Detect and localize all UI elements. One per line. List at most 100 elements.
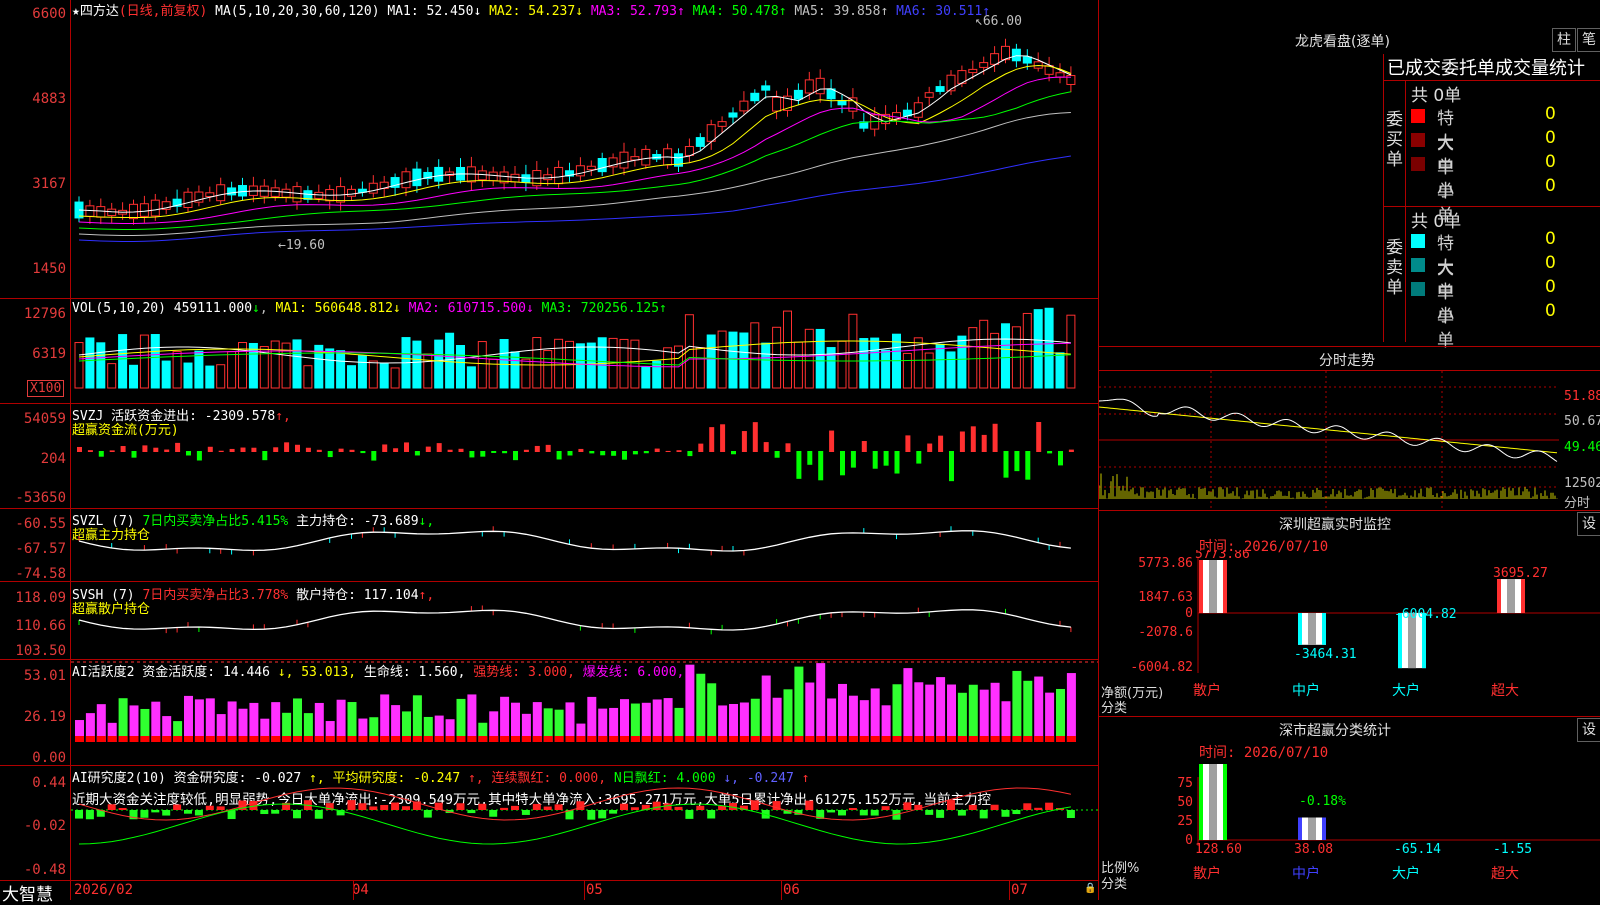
color-swatch [1411, 306, 1425, 320]
settings-button[interactable]: 设 [1577, 718, 1600, 742]
activity-bar [750, 698, 760, 742]
fund-flow-bar [578, 448, 584, 452]
activity-base [184, 736, 193, 742]
candle-body [270, 187, 280, 197]
category-bar-shade [1308, 613, 1316, 645]
sz-class-title: 深市超赢分类统计 [1279, 723, 1391, 739]
fund-flow-bar [741, 431, 747, 452]
volume-bar [706, 334, 716, 389]
research-bar [696, 805, 705, 810]
volume-bar [325, 348, 335, 389]
candle-body [750, 92, 760, 102]
ai-research-tick: -0.48 [23, 862, 66, 878]
vol-tick: 6319 [32, 346, 66, 362]
volume-bar [935, 343, 945, 389]
fund-flow-bar [218, 450, 224, 452]
activity-bar [805, 682, 815, 742]
activity-base [565, 736, 575, 742]
volume-bar [303, 365, 313, 389]
activity-base [925, 736, 935, 742]
activity-base [685, 736, 695, 742]
category-bar-edge [1298, 817, 1302, 840]
color-swatch [1411, 258, 1425, 272]
category-bar-shade [1209, 764, 1217, 840]
research-bar [674, 806, 683, 810]
volume-bar [695, 347, 705, 389]
research-bar [630, 807, 639, 810]
activity-bar [838, 683, 847, 742]
candle-body [183, 191, 193, 209]
volume-chart[interactable] [71, 300, 1098, 403]
activity-base [227, 736, 237, 742]
volume-bar [390, 367, 400, 389]
activity-bar [412, 695, 422, 742]
bar-value-label: -1.55 [1493, 842, 1532, 857]
svzl-chart[interactable] [71, 509, 1098, 581]
axis-tick: -2078.6 [1138, 625, 1193, 640]
sz-class-chart[interactable]: 75 50 25 0128.60 散户 38.08 中户 -65.14 大户 -1.55 超大 -0.… [1099, 756, 1600, 900]
fund-flow-bar [109, 450, 115, 452]
intraday-chart[interactable] [1099, 371, 1559, 509]
category-bar-edge [1497, 579, 1501, 613]
category-label: 中户 [1292, 682, 1320, 699]
activity-base [903, 736, 913, 742]
fund-flow-bar [818, 451, 824, 481]
svzj-chart[interactable] [71, 404, 1098, 508]
research-bar [838, 810, 846, 816]
sz-monitor-cat: 分类 [1101, 701, 1128, 716]
intraday-unit: 分时 [1564, 496, 1591, 511]
activity-bar [652, 699, 662, 742]
tick-mode-button[interactable]: 笔 [1577, 28, 1600, 52]
volume-bar [804, 328, 814, 389]
category-label: 超大 [1491, 683, 1519, 699]
kline-chart-area[interactable]: ★四方达(日线,前复权) MA(5,10,20,30,60,120) MA1: … [0, 0, 1098, 905]
candle-body [96, 206, 106, 218]
ai-research-chart[interactable] [71, 766, 1098, 880]
settings-button[interactable]: 设 [1577, 512, 1600, 536]
fund-flow-bar [98, 451, 104, 457]
activity-base [674, 736, 684, 742]
activity-base [739, 736, 749, 742]
candle-body [968, 68, 978, 74]
volume-bar [107, 363, 117, 389]
lhb-title: 龙虎看盘(逐单) [1295, 34, 1390, 50]
fund-flow-bar [850, 451, 856, 468]
fund-flow-bar [131, 451, 137, 458]
volume-bar [292, 339, 302, 389]
activity-base [423, 736, 433, 742]
activity-bar [380, 694, 390, 742]
candle-body [695, 137, 705, 147]
activity-base [271, 736, 281, 742]
volume-bar [1033, 309, 1043, 389]
volume-bar [870, 337, 880, 389]
research-bar [75, 810, 83, 819]
fund-flow-bar [284, 442, 290, 452]
category-bar-shade [1209, 560, 1217, 613]
fund-flow-bar [491, 451, 497, 453]
research-bar [205, 805, 214, 810]
sz-monitor-chart[interactable]: 5773.861847.630-2078.6-6004.825773.86散户-… [1099, 550, 1600, 715]
row-count: 0 [1545, 229, 1556, 249]
fund-flow-bar [502, 451, 508, 454]
candle-body [619, 151, 629, 169]
activity-bar [914, 682, 924, 742]
volume-bar [445, 332, 455, 389]
fund-flow-bar [360, 451, 366, 454]
research-bar [162, 810, 171, 816]
fund-flow-bar [916, 451, 922, 464]
activity-base [914, 736, 924, 742]
ai-active-chart[interactable] [71, 660, 1098, 765]
volume-bar [357, 355, 367, 389]
svsh-chart[interactable] [71, 582, 1098, 659]
candle-body [1011, 48, 1021, 62]
candle-body [717, 121, 727, 127]
category-label: 散户 [1193, 865, 1221, 882]
research-bar [391, 802, 400, 810]
candlestick-chart[interactable] [71, 0, 1098, 298]
activity-base [467, 736, 477, 742]
fund-flow-bar [273, 447, 279, 452]
axis-tick: 0 [1185, 833, 1193, 848]
lock-icon[interactable]: 🔒 [1084, 883, 1096, 894]
bar-mode-button[interactable]: 柱 [1552, 28, 1576, 52]
activity-bar [848, 695, 858, 742]
